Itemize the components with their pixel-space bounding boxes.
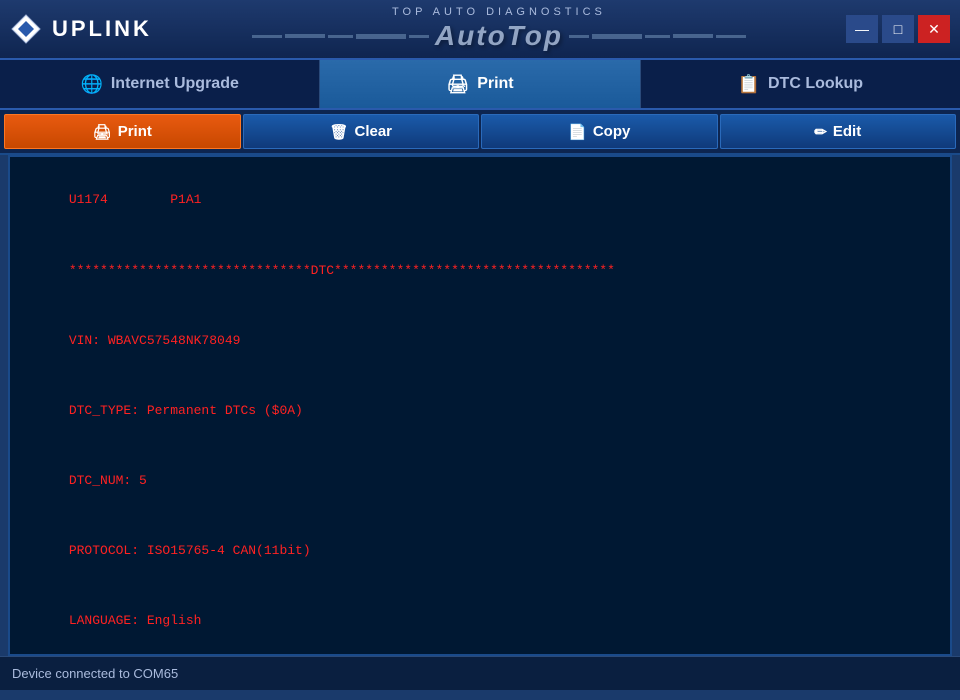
tab-dtc-lookup[interactable]: 📋 DTC Lookup [641, 60, 960, 108]
nav-tabs: 🌐 Internet Upgrade 🖨 Print 📋 DTC Lookup [0, 60, 960, 110]
line-top: U1174 P1A1 [69, 192, 202, 207]
copy-label: Copy [593, 123, 631, 140]
edit-label: Edit [833, 123, 861, 140]
status-text: Device connected to COM65 [12, 666, 178, 681]
title-bar: UPLINK TOP AUTO DIAGNOSTICS AutoTop — □ [0, 0, 960, 60]
main-content[interactable]: U1174 P1A1 *****************************… [8, 155, 952, 656]
clear-button[interactable]: 🗑 Clear [243, 114, 480, 149]
close-button[interactable]: ✕ [918, 15, 950, 43]
window-controls: — □ ✕ [846, 15, 950, 43]
edit-button[interactable]: ✏ Edit [720, 114, 957, 149]
print-tab-icon: 🖨 [446, 74, 469, 95]
dtc-type-line: DTC_TYPE: Permanent DTCs ($0A) [69, 403, 303, 418]
logo-area: UPLINK [10, 13, 152, 45]
logo-text: UPLINK [52, 16, 152, 42]
copy-button[interactable]: 📄 Copy [481, 114, 718, 149]
header-banner: TOP AUTO DIAGNOSTICS AutoTop [172, 6, 826, 52]
content-wrapper: U1174 P1A1 *****************************… [10, 157, 950, 656]
dtc-header-line: *******************************DTC******… [69, 263, 615, 278]
minimize-button[interactable]: — [846, 15, 878, 43]
protocol-line: PROTOCOL: ISO15765-4 CAN(11bit) [69, 543, 311, 558]
restore-button[interactable]: □ [882, 15, 914, 43]
tab-dtc-lookup-label: DTC Lookup [768, 75, 863, 93]
content-text: U1174 P1A1 *****************************… [10, 157, 950, 656]
autotop-logo: AutoTop [435, 20, 563, 52]
tab-internet-upgrade-label: Internet Upgrade [111, 75, 239, 93]
print-label: Print [118, 123, 152, 140]
internet-upgrade-icon: 🌐 [80, 74, 102, 95]
logo-icon [10, 13, 42, 45]
print-button[interactable]: 🖨 Print [4, 114, 241, 149]
print-icon: 🖨 [93, 123, 112, 141]
clear-label: Clear [355, 123, 393, 140]
language-line: LANGUAGE: English [69, 613, 202, 628]
copy-icon: 📄 [568, 123, 587, 141]
edit-icon: ✏ [814, 123, 827, 141]
top-auto-text: TOP AUTO DIAGNOSTICS [392, 6, 606, 18]
tab-internet-upgrade[interactable]: 🌐 Internet Upgrade [0, 60, 320, 108]
tab-print[interactable]: 🖨 Print [320, 60, 640, 108]
clear-icon: 🗑 [329, 123, 348, 141]
dtc-num-line: DTC_NUM: 5 [69, 473, 147, 488]
vin-line: VIN: WBAVC57548NK78049 [69, 333, 241, 348]
tab-print-label: Print [477, 75, 513, 93]
status-bar: Device connected to COM65 [0, 656, 960, 690]
dtc-lookup-icon: 📋 [738, 74, 760, 95]
toolbar: 🖨 Print 🗑 Clear 📄 Copy ✏ Edit [0, 110, 960, 155]
